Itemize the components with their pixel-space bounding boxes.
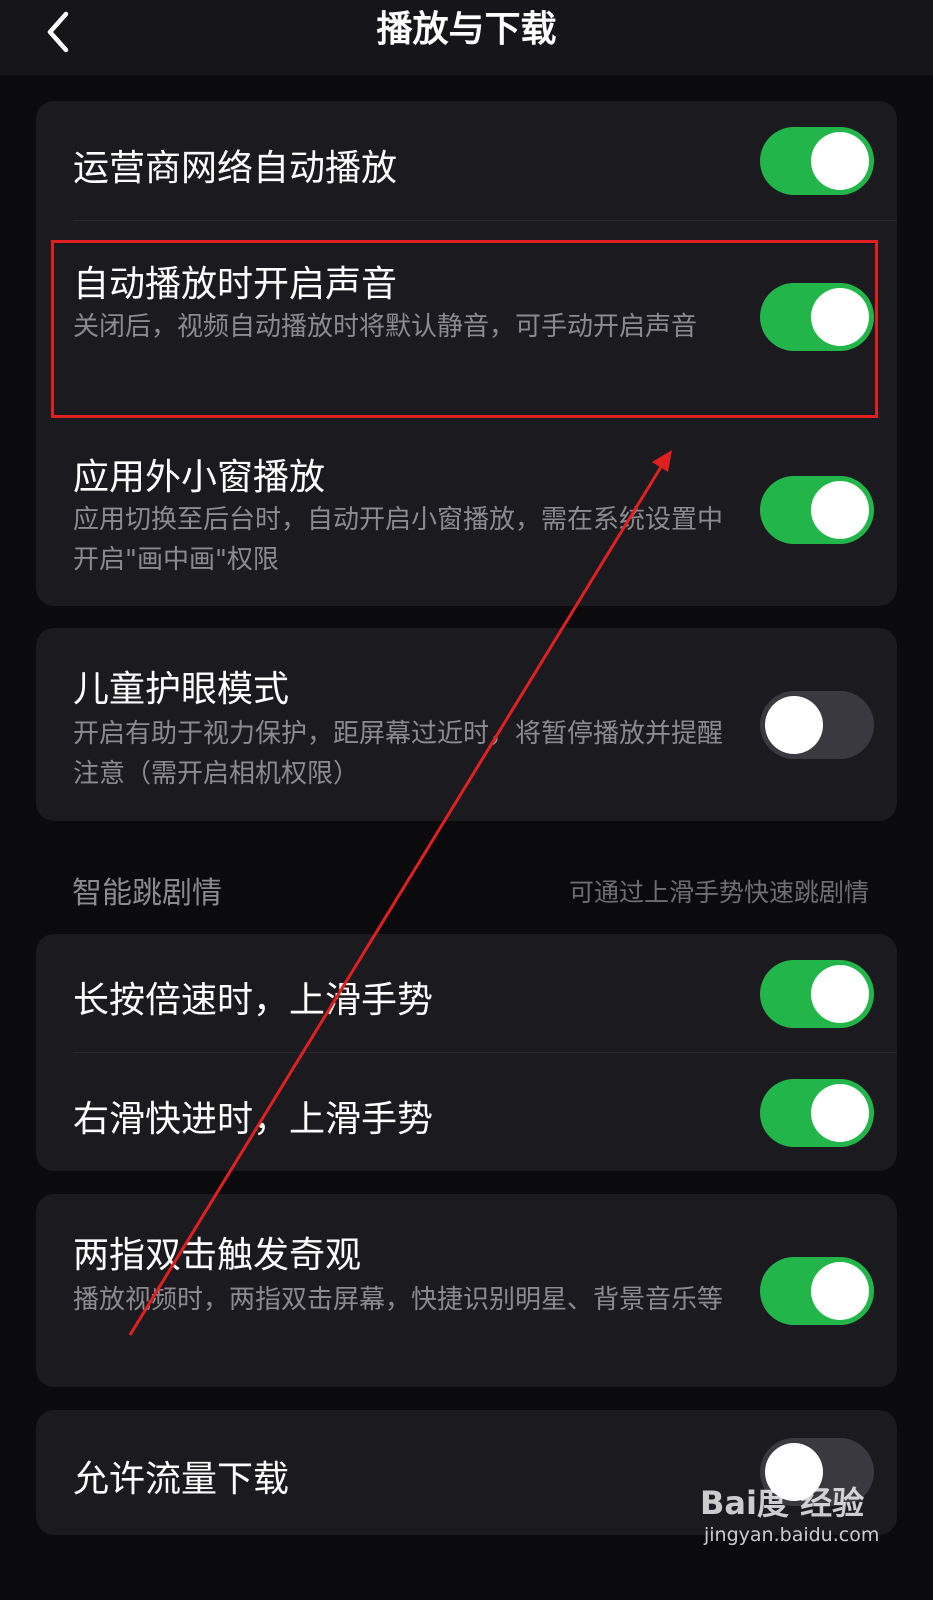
setting-description: 开启有助于视力保护，距屏幕过近时，将暂停播放并提醒注意（需开启相机权限） [73,719,724,789]
setting-title: 右滑快进时，上滑手势 [73,1099,434,1140]
setting-row-pip: 应用外小窗播放 应用切换至后台时，自动开启小窗播放，需在系统设置中开启"画中画"… [36,414,897,606]
toggle-switch[interactable] [760,127,874,195]
setting-row-longpress-gesture: 长按倍速时，上滑手势 [36,934,897,1052]
toggle-switch[interactable] [760,476,874,544]
setting-row-cellular-autoplay: 运营商网络自动播放 [36,101,897,221]
setting-description: 播放视频时，两指双击屏幕，快捷识别明星、背景音乐等 [73,1285,724,1315]
section-title: 智能跳剧情 [72,876,222,911]
spectacle-card: 两指双击触发奇观 播放视频时，两指双击屏幕，快捷识别明星、背景音乐等 [36,1194,897,1387]
toggle-switch[interactable] [760,1079,874,1147]
highlight-box [51,240,878,418]
toggle-knob [811,481,869,539]
gesture-settings-card: 长按倍速时，上滑手势 右滑快进时，上滑手势 [36,934,897,1171]
top-bar: 播放与下载 [0,0,933,75]
setting-title: 运营商网络自动播放 [73,148,398,189]
page-title: 播放与下载 [376,9,557,50]
toggle-knob [811,1262,869,1320]
toggle-switch[interactable] [760,691,874,759]
setting-title: 应用外小窗播放 [73,457,326,498]
setting-title: 两指双击触发奇观 [73,1235,362,1276]
eye-care-card: 儿童护眼模式 开启有助于视力保护，距屏幕过近时，将暂停播放并提醒注意（需开启相机… [36,628,897,821]
toggle-knob [811,965,869,1023]
section-hint: 可通过上滑手势快速跳剧情 [568,878,869,907]
toggle-switch[interactable] [760,1257,874,1325]
setting-row-eye-care: 儿童护眼模式 开启有助于视力保护，距屏幕过近时，将暂停播放并提醒注意（需开启相机… [36,628,897,821]
watermark-logo: Bai度 经验 [700,1484,865,1522]
setting-title: 允许流量下载 [73,1459,290,1500]
setting-row-two-finger-double-tap: 两指双击触发奇观 播放视频时，两指双击屏幕，快捷识别明星、背景音乐等 [36,1194,897,1387]
setting-description: 应用切换至后台时，自动开启小窗播放，需在系统设置中开启"画中画"权限 [73,505,724,575]
setting-title: 儿童护眼模式 [73,669,290,710]
baidu-jingyan-watermark: Bai度 经验 jingyan.baidu.com [700,1478,880,1558]
toggle-knob [811,132,869,190]
toggle-knob [811,1084,869,1142]
toggle-switch[interactable] [760,960,874,1028]
toggle-knob [765,696,823,754]
setting-row-swipe-gesture: 右滑快进时，上滑手势 [36,1053,897,1171]
setting-title: 长按倍速时，上滑手势 [73,980,434,1021]
watermark-url: jingyan.baidu.com [704,1524,880,1546]
